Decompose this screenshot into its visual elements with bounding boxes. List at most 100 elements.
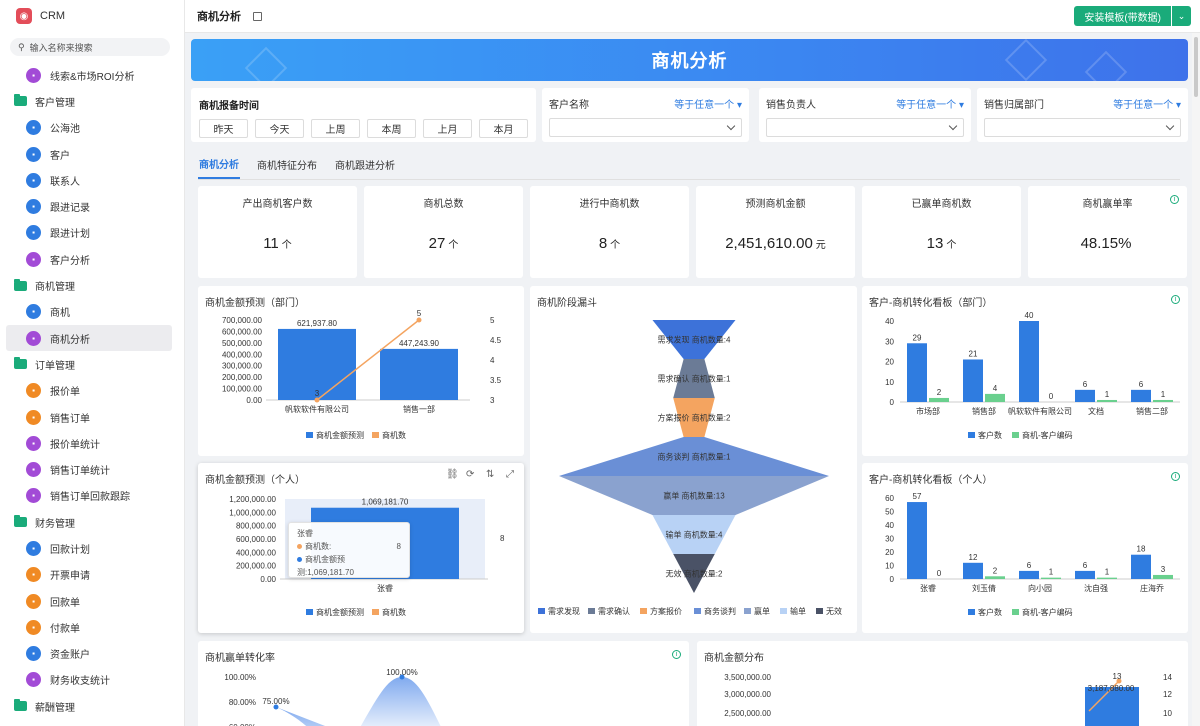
legend-label: 商机-客户编码 <box>1022 430 1073 440</box>
install-template-button[interactable]: 安装模板(带数据) ⌄ <box>1074 6 1191 26</box>
sidebar-item[interactable]: ▪ 回款计划 <box>0 535 184 561</box>
bar-label: 0 <box>1049 392 1054 401</box>
customer-select[interactable] <box>549 118 742 137</box>
bar[interactable] <box>963 359 983 402</box>
time-range-button[interactable]: 上周 <box>311 119 360 138</box>
sidebar-item[interactable]: ▪ 商机 <box>0 299 184 325</box>
bar-label: 18 <box>1137 545 1146 554</box>
chevron-down-icon[interactable]: ⌄ <box>1171 6 1191 26</box>
point-label: 75.00% <box>262 697 289 706</box>
bar[interactable] <box>907 343 927 402</box>
sidebar-group[interactable]: 客户管理 <box>0 88 184 114</box>
sidebar-item[interactable]: ▪ 付款单 <box>0 614 184 640</box>
sidebar-group[interactable]: 薪酬管理 <box>0 693 184 719</box>
sidebar-item[interactable]: ▪ 开票申请 <box>0 562 184 588</box>
brand[interactable]: ◉ CRM <box>0 0 184 32</box>
tab[interactable]: 商机跟进分析 <box>334 150 396 179</box>
filter-condition[interactable]: 等于任意一个 ▾ <box>1113 96 1181 111</box>
fullscreen-icon[interactable] <box>253 11 262 21</box>
sidebar-item-label: 报价单统计 <box>50 439 100 451</box>
sidebar-item[interactable]: ▪ 报价单 <box>0 378 184 404</box>
chart-icon: ▪ <box>26 251 41 267</box>
bar-label: 621,937.80 <box>297 319 338 328</box>
bar[interactable] <box>1097 577 1117 579</box>
tab[interactable]: 商机分析 <box>198 150 240 179</box>
y-tick-label: 800,000.00 <box>236 522 277 531</box>
legend-swatch <box>968 432 975 438</box>
sidebar-group[interactable]: 财务管理 <box>0 509 184 535</box>
sidebar-item[interactable]: ▪ 销售订单 <box>0 404 184 430</box>
kpi-card: 已赢单商机数 13 个 <box>862 186 1021 278</box>
bar[interactable] <box>963 562 983 579</box>
dept-select[interactable] <box>984 118 1181 137</box>
sidebar-item[interactable]: ▪ 客户分析 <box>0 246 184 272</box>
time-range-button[interactable]: 今天 <box>255 119 304 138</box>
sidebar-item[interactable]: ▪ 跟进计划 <box>0 220 184 246</box>
bar[interactable] <box>929 397 949 402</box>
bar[interactable] <box>1131 389 1151 402</box>
tab[interactable]: 商机特征分布 <box>256 150 318 179</box>
sidebar-item[interactable]: ▪ 商机分析 <box>6 324 172 352</box>
banner-title: 商机分析 <box>651 51 728 71</box>
line-point[interactable] <box>314 397 320 403</box>
sidebar-group[interactable]: 订单管理 <box>0 351 184 377</box>
point-label: 3 <box>315 389 320 398</box>
legend-label: 商机数 <box>382 430 406 440</box>
bar[interactable] <box>1097 399 1117 402</box>
time-range-button[interactable]: 本周 <box>367 119 416 138</box>
x-tick-label: 帆软软件有限公司 <box>285 404 349 414</box>
sidebar-item-label: 订单管理 <box>35 360 75 372</box>
analysis-tabs: 商机分析 商机特征分布 商机跟进分析 <box>198 150 1180 180</box>
line-point[interactable] <box>416 317 422 323</box>
sidebar-item[interactable]: ▪ 客户 <box>0 141 184 167</box>
sidebar-search[interactable]: ⚲ 输入名称来搜索 <box>10 38 170 56</box>
filter-condition[interactable]: 等于任意一个 ▾ <box>674 96 742 111</box>
filter-label: 客户名称 <box>549 100 589 111</box>
bar[interactable] <box>985 576 1005 579</box>
sidebar-item[interactable]: ▪ 公海池 <box>0 115 184 141</box>
bar[interactable] <box>1153 574 1173 579</box>
sidebar-group[interactable]: 商机管理 <box>0 272 184 298</box>
kpi-number: 13 <box>926 235 944 252</box>
legend-label: 输单 <box>790 606 806 616</box>
y-tick-label: 200,000.00 <box>222 373 263 382</box>
bar[interactable] <box>380 348 458 400</box>
legend-label: 赢单 <box>754 606 770 616</box>
sidebar-item-label: 销售订单 <box>50 413 90 425</box>
install-template-label[interactable]: 安装模板(带数据) <box>1074 6 1171 26</box>
bar[interactable] <box>1075 389 1095 402</box>
bar[interactable] <box>1019 570 1039 579</box>
sidebar-item-label: 公海池 <box>50 124 80 136</box>
y-tick-label: 20 <box>885 548 894 557</box>
sidebar-item[interactable]: ▪ 财务收支统计 <box>0 667 184 693</box>
sidebar-item[interactable]: ▪ 销售订单回款跟踪 <box>0 483 184 509</box>
info-icon[interactable]: i <box>1170 195 1179 204</box>
bar[interactable] <box>907 502 927 579</box>
filter-condition[interactable]: 等于任意一个 ▾ <box>896 96 964 111</box>
sidebar-item[interactable]: ▪ 销售订单统计 <box>0 456 184 482</box>
sidebar-item[interactable]: ▪ 线索&市场ROI分析 <box>0 62 184 88</box>
sidebar-item[interactable]: ▪ 联系人 <box>0 167 184 193</box>
time-range-button[interactable]: 本月 <box>479 119 528 138</box>
bar[interactable] <box>1075 570 1095 579</box>
y-tick-label: 100,000.00 <box>222 385 263 394</box>
bar[interactable] <box>1019 321 1039 402</box>
bar[interactable] <box>1153 399 1173 402</box>
funnel-chart: 需求发现 商机数量:4 需求确认 商机数量:1 方案报价 商机数量:2 商务谈判 商机… <box>538 320 842 616</box>
sidebar-item[interactable]: ▪ 报价单统计 <box>0 430 184 456</box>
legend-swatch <box>372 609 379 615</box>
owner-select[interactable] <box>766 118 964 137</box>
sidebar-item[interactable]: ▪ 回款单 <box>0 588 184 614</box>
sidebar-item[interactable]: ▪ 资金账户 <box>0 641 184 667</box>
legend-swatch <box>780 608 787 614</box>
bar[interactable] <box>985 393 1005 402</box>
scrollbar-thumb[interactable] <box>1194 37 1198 97</box>
sidebar-item[interactable]: ▪ 跟进记录 <box>0 193 184 219</box>
scrollbar[interactable] <box>1192 33 1200 726</box>
bar[interactable] <box>1131 554 1151 579</box>
time-range-button[interactable]: 上月 <box>423 119 472 138</box>
y2-tick-label: 8 <box>500 534 505 543</box>
bar[interactable] <box>1041 577 1061 579</box>
x-tick-label: 销售部 <box>972 406 996 416</box>
time-range-button[interactable]: 昨天 <box>199 119 248 138</box>
